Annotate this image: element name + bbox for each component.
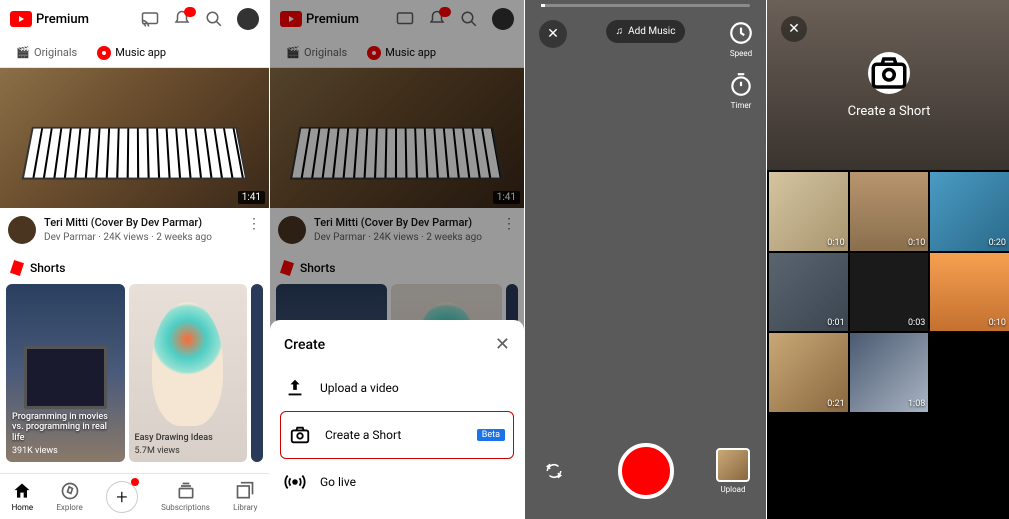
sheet-title: Create xyxy=(284,337,325,353)
gallery-item[interactable]: 0:01 xyxy=(769,253,848,332)
timer-icon xyxy=(728,72,754,98)
clip-duration: 1:08 xyxy=(908,399,925,409)
short-views: 5.7M views xyxy=(135,446,242,456)
nav-subscriptions[interactable]: Subscriptions xyxy=(161,481,210,512)
nav-home[interactable]: Home xyxy=(12,481,34,512)
speed-icon xyxy=(728,20,754,46)
gallery-item[interactable]: 0:10 xyxy=(850,172,929,251)
shorts-shelf[interactable]: Programming in movies vs. programming in… xyxy=(0,284,269,462)
compass-icon xyxy=(60,481,80,501)
clip-duration: 0:01 xyxy=(827,318,844,328)
gallery-grid[interactable]: 0:10 0:10 0:20 0:01 0:03 0:10 0:21 1:08 xyxy=(767,170,1009,519)
go-live-option[interactable]: Go live xyxy=(270,459,524,505)
close-button[interactable]: ✕ xyxy=(781,16,807,42)
library-icon xyxy=(235,481,255,501)
short-title: Easy Drawing Ideas xyxy=(135,433,242,444)
topbar: Premium xyxy=(0,0,269,38)
recording-progress xyxy=(541,4,750,7)
shorts-icon xyxy=(10,260,24,276)
gallery-title: Create a Short xyxy=(848,104,931,119)
video-duration: 1:41 xyxy=(238,191,265,204)
screen-home: Premium 🎬Originals Music app 1:41 Teri M… xyxy=(0,0,269,519)
nav-explore[interactable]: Explore xyxy=(56,481,82,512)
beta-badge: Beta xyxy=(477,429,505,441)
close-icon[interactable]: ✕ xyxy=(495,334,510,355)
cast-icon[interactable] xyxy=(141,10,159,28)
gallery-item[interactable]: 0:10 xyxy=(769,172,848,251)
speed-tool[interactable]: Speed xyxy=(728,20,754,58)
clip-duration: 0:21 xyxy=(827,399,844,409)
tab-music-app[interactable]: Music app xyxy=(91,42,172,64)
timer-tool[interactable]: Timer xyxy=(728,72,754,110)
clip-duration: 0:03 xyxy=(908,318,925,328)
create-button[interactable]: + xyxy=(106,481,138,513)
gallery-item[interactable]: 0:20 xyxy=(930,172,1009,251)
add-music-button[interactable]: ♫Add Music xyxy=(606,20,686,43)
feed-tabs: 🎬Originals Music app xyxy=(0,38,269,68)
clip-duration: 0:20 xyxy=(989,238,1006,248)
topbar-actions xyxy=(141,8,259,30)
clip-duration: 0:10 xyxy=(827,238,844,248)
short-thumbnail xyxy=(24,346,107,408)
clip-duration: 0:10 xyxy=(908,238,925,248)
play-icon xyxy=(10,11,32,27)
create-bottom-sheet: Create ✕ Upload a video Create a ShortBet… xyxy=(270,320,524,519)
tab-originals[interactable]: 🎬Originals xyxy=(10,42,83,64)
gallery-item[interactable]: 0:03 xyxy=(850,253,929,332)
gallery-header: ✕ Create a Short xyxy=(767,0,1009,170)
camera-button[interactable] xyxy=(868,52,910,94)
short-title: Programming in movies vs. programming in… xyxy=(12,412,119,444)
short-item[interactable]: Programming in movies vs. programming in… xyxy=(6,284,125,462)
account-avatar[interactable] xyxy=(237,8,259,30)
broadcast-icon xyxy=(284,471,306,493)
gallery-item[interactable]: 0:21 xyxy=(769,333,848,412)
home-icon xyxy=(12,481,32,501)
bottom-nav: Home Explore + Subscriptions Library xyxy=(0,473,269,519)
screen-gallery-picker: ✕ Create a Short 0:10 0:10 0:20 0:01 0:0… xyxy=(767,0,1009,519)
camera-tools: Speed Timer xyxy=(728,20,754,110)
more-icon[interactable]: ⋮ xyxy=(247,216,261,244)
brand-text: Premium xyxy=(36,12,89,27)
upload-video-option[interactable]: Upload a video xyxy=(270,365,524,411)
upload-gallery-button[interactable]: Upload xyxy=(716,448,750,494)
flip-camera-icon[interactable] xyxy=(545,462,563,480)
music-note-icon: ♫ xyxy=(616,26,624,37)
subscriptions-icon xyxy=(176,481,196,501)
short-item[interactable]: Easy Drawing Ideas 5.7M views xyxy=(129,284,248,462)
short-views: 391K views xyxy=(12,446,119,456)
video-info[interactable]: Teri Mitti (Cover By Dev Parmar) Dev Par… xyxy=(44,216,239,244)
screen-create-sheet: Premium 🎬OriginalsMusic app 1:41 Teri Mi… xyxy=(270,0,524,519)
search-icon[interactable] xyxy=(205,10,223,28)
short-thumbnail xyxy=(152,302,223,427)
upload-icon xyxy=(284,377,306,399)
video-meta: Teri Mitti (Cover By Dev Parmar) Dev Par… xyxy=(0,208,269,252)
create-short-option[interactable]: Create a ShortBeta xyxy=(280,411,514,459)
channel-avatar[interactable] xyxy=(8,216,36,244)
short-item[interactable] xyxy=(251,284,263,462)
notifications-icon[interactable] xyxy=(173,10,191,28)
camera-controls: Upload xyxy=(525,443,766,499)
clip-duration: 0:10 xyxy=(989,318,1006,328)
gallery-item[interactable]: 0:10 xyxy=(930,253,1009,332)
screen-shorts-camera: ✕ ♫Add Music Speed Timer Upload xyxy=(525,0,766,519)
music-icon xyxy=(97,46,111,60)
thumbnail-image xyxy=(21,127,247,180)
nav-library[interactable]: Library xyxy=(233,481,257,512)
gallery-item[interactable]: 1:08 xyxy=(850,333,929,412)
shorts-header: Shorts xyxy=(0,252,269,284)
gallery-thumbnail xyxy=(716,448,750,482)
video-title: Teri Mitti (Cover By Dev Parmar) xyxy=(44,216,239,230)
video-subtitle: Dev Parmar · 24K views · 2 weeks ago xyxy=(44,232,239,243)
originals-icon: 🎬 xyxy=(16,46,30,60)
camera-icon xyxy=(289,424,311,446)
record-button[interactable] xyxy=(618,443,674,499)
video-thumbnail[interactable]: 1:41 xyxy=(0,68,269,208)
youtube-logo[interactable]: Premium xyxy=(10,11,89,27)
close-button[interactable]: ✕ xyxy=(539,20,567,48)
